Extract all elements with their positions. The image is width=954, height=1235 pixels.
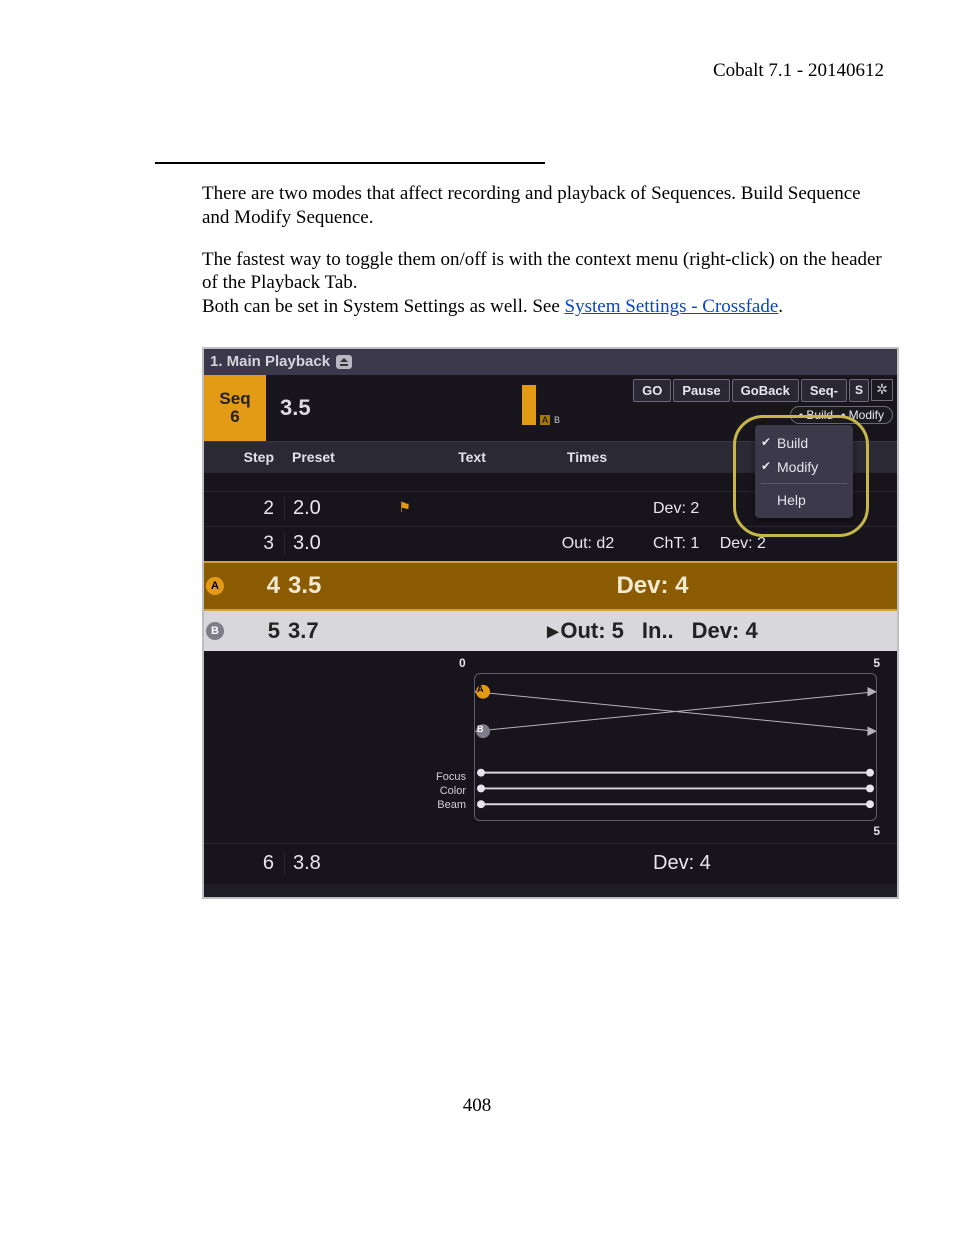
page-number: 408 (0, 1095, 954, 1117)
rowA-dev: Dev: 4 (616, 572, 688, 600)
step-number: 4 (230, 572, 288, 600)
col-times: Times (532, 449, 642, 465)
paragraph-2b: Both can be set in System Settings as we… (202, 296, 565, 317)
flag-icon: ⚑ (398, 499, 411, 515)
pause-button[interactable]: Pause (673, 379, 729, 402)
xf-beam-label: Beam (437, 799, 466, 811)
tab-header[interactable]: 1. Main Playback (204, 349, 897, 375)
pill-build[interactable]: Build (799, 408, 833, 422)
seq-current-value: 3.5 (266, 395, 311, 421)
preset-value: 3.8 (284, 852, 413, 875)
seq-label: Seq (219, 390, 250, 408)
col-preset: Preset (284, 449, 412, 465)
row-b-next[interactable]: B 5 3.7 Out: 5 In.. Dev: 4 (204, 611, 897, 651)
row3-times: Out: d2 (533, 535, 643, 553)
preset-value: 3.7 (288, 618, 408, 644)
rowB-out: Out: 5 (547, 618, 624, 644)
seq-number: 6 (230, 408, 239, 426)
col-text: Text (412, 449, 532, 465)
paragraph-2c: . (778, 296, 783, 317)
pill-modify[interactable]: Modify (841, 408, 884, 422)
gear-icon[interactable]: ✲ (871, 379, 893, 401)
row3-dev: Dev: 2 (720, 535, 766, 552)
seq-minus-button[interactable]: Seq- (801, 379, 847, 402)
horizontal-rule (155, 162, 545, 164)
mini-level-indicator: A B (522, 385, 560, 425)
ctx-build[interactable]: Build (755, 431, 853, 455)
paragraph-2: The fastest way to toggle them on/off is… (202, 248, 884, 319)
step-number: 5 (230, 618, 288, 644)
xf-color-label: Color (440, 785, 466, 797)
paragraph-1: There are two modes that affect recordin… (202, 182, 884, 230)
ctx-divider (761, 483, 847, 484)
xf-scale-end-bottom: 5 (873, 824, 880, 838)
rowB-in: In.. (642, 618, 674, 644)
mini-a-label: A (540, 415, 550, 425)
goback-button[interactable]: GoBack (732, 379, 799, 402)
ctx-help[interactable]: Help (755, 488, 853, 512)
xf-scale-end-top: 5 (873, 656, 880, 670)
step-number: 2 (204, 498, 284, 520)
badge-a: A (206, 577, 224, 595)
build-modify-pill[interactable]: Build Modify (790, 406, 893, 424)
step-number: 6 (204, 852, 284, 875)
badge-b: B (206, 622, 224, 640)
table-row[interactable]: 6 3.8 Dev: 4 (204, 843, 897, 884)
mini-b-label: B (554, 415, 560, 425)
ctx-modify[interactable]: Modify (755, 455, 853, 479)
table-row[interactable]: 3 3.0 Out: d2 ChT: 1 Dev: 2 (204, 526, 897, 561)
xf-scale-start: 0 (459, 656, 466, 670)
seq-cell[interactable]: Seq 6 (204, 375, 266, 441)
row-a-active[interactable]: A 4 3.5 Dev: 4 (204, 561, 897, 611)
crossfade-diagram: Focus Color Beam 0 5 5 (204, 651, 897, 843)
row6-dev: Dev: 4 (643, 852, 897, 875)
playback-screenshot: 1. Main Playback Seq 6 3.5 A B (202, 347, 899, 899)
preset-value: 2.0 ⚑ (284, 497, 413, 520)
tab-undock-icon[interactable] (336, 355, 352, 369)
row3-cht: ChT: 1 (653, 535, 699, 552)
seq-toolbar: Seq 6 3.5 A B GO Pause GoBack Seq- S (204, 375, 897, 441)
go-button[interactable]: GO (633, 379, 671, 402)
col-step: Step (204, 449, 284, 465)
preset-value: 3.0 (284, 532, 413, 555)
preset-value: 3.5 (288, 572, 408, 600)
link-system-settings-crossfade[interactable]: System Settings - Crossfade (565, 296, 779, 317)
xf-focus-label: Focus (436, 771, 466, 783)
tab-title: 1. Main Playback (210, 353, 330, 370)
s-button[interactable]: S (849, 379, 869, 402)
xf-b-badge: B (477, 724, 484, 734)
step-number: 3 (204, 533, 284, 555)
context-menu: Build Modify Help (755, 425, 853, 518)
rowB-dev: Dev: 4 (692, 618, 758, 644)
paragraph-2a: The fastest way to toggle them on/off is… (202, 249, 882, 294)
doc-header: Cobalt 7.1 - 20140612 (60, 60, 884, 82)
xf-a-badge: A (477, 684, 484, 694)
